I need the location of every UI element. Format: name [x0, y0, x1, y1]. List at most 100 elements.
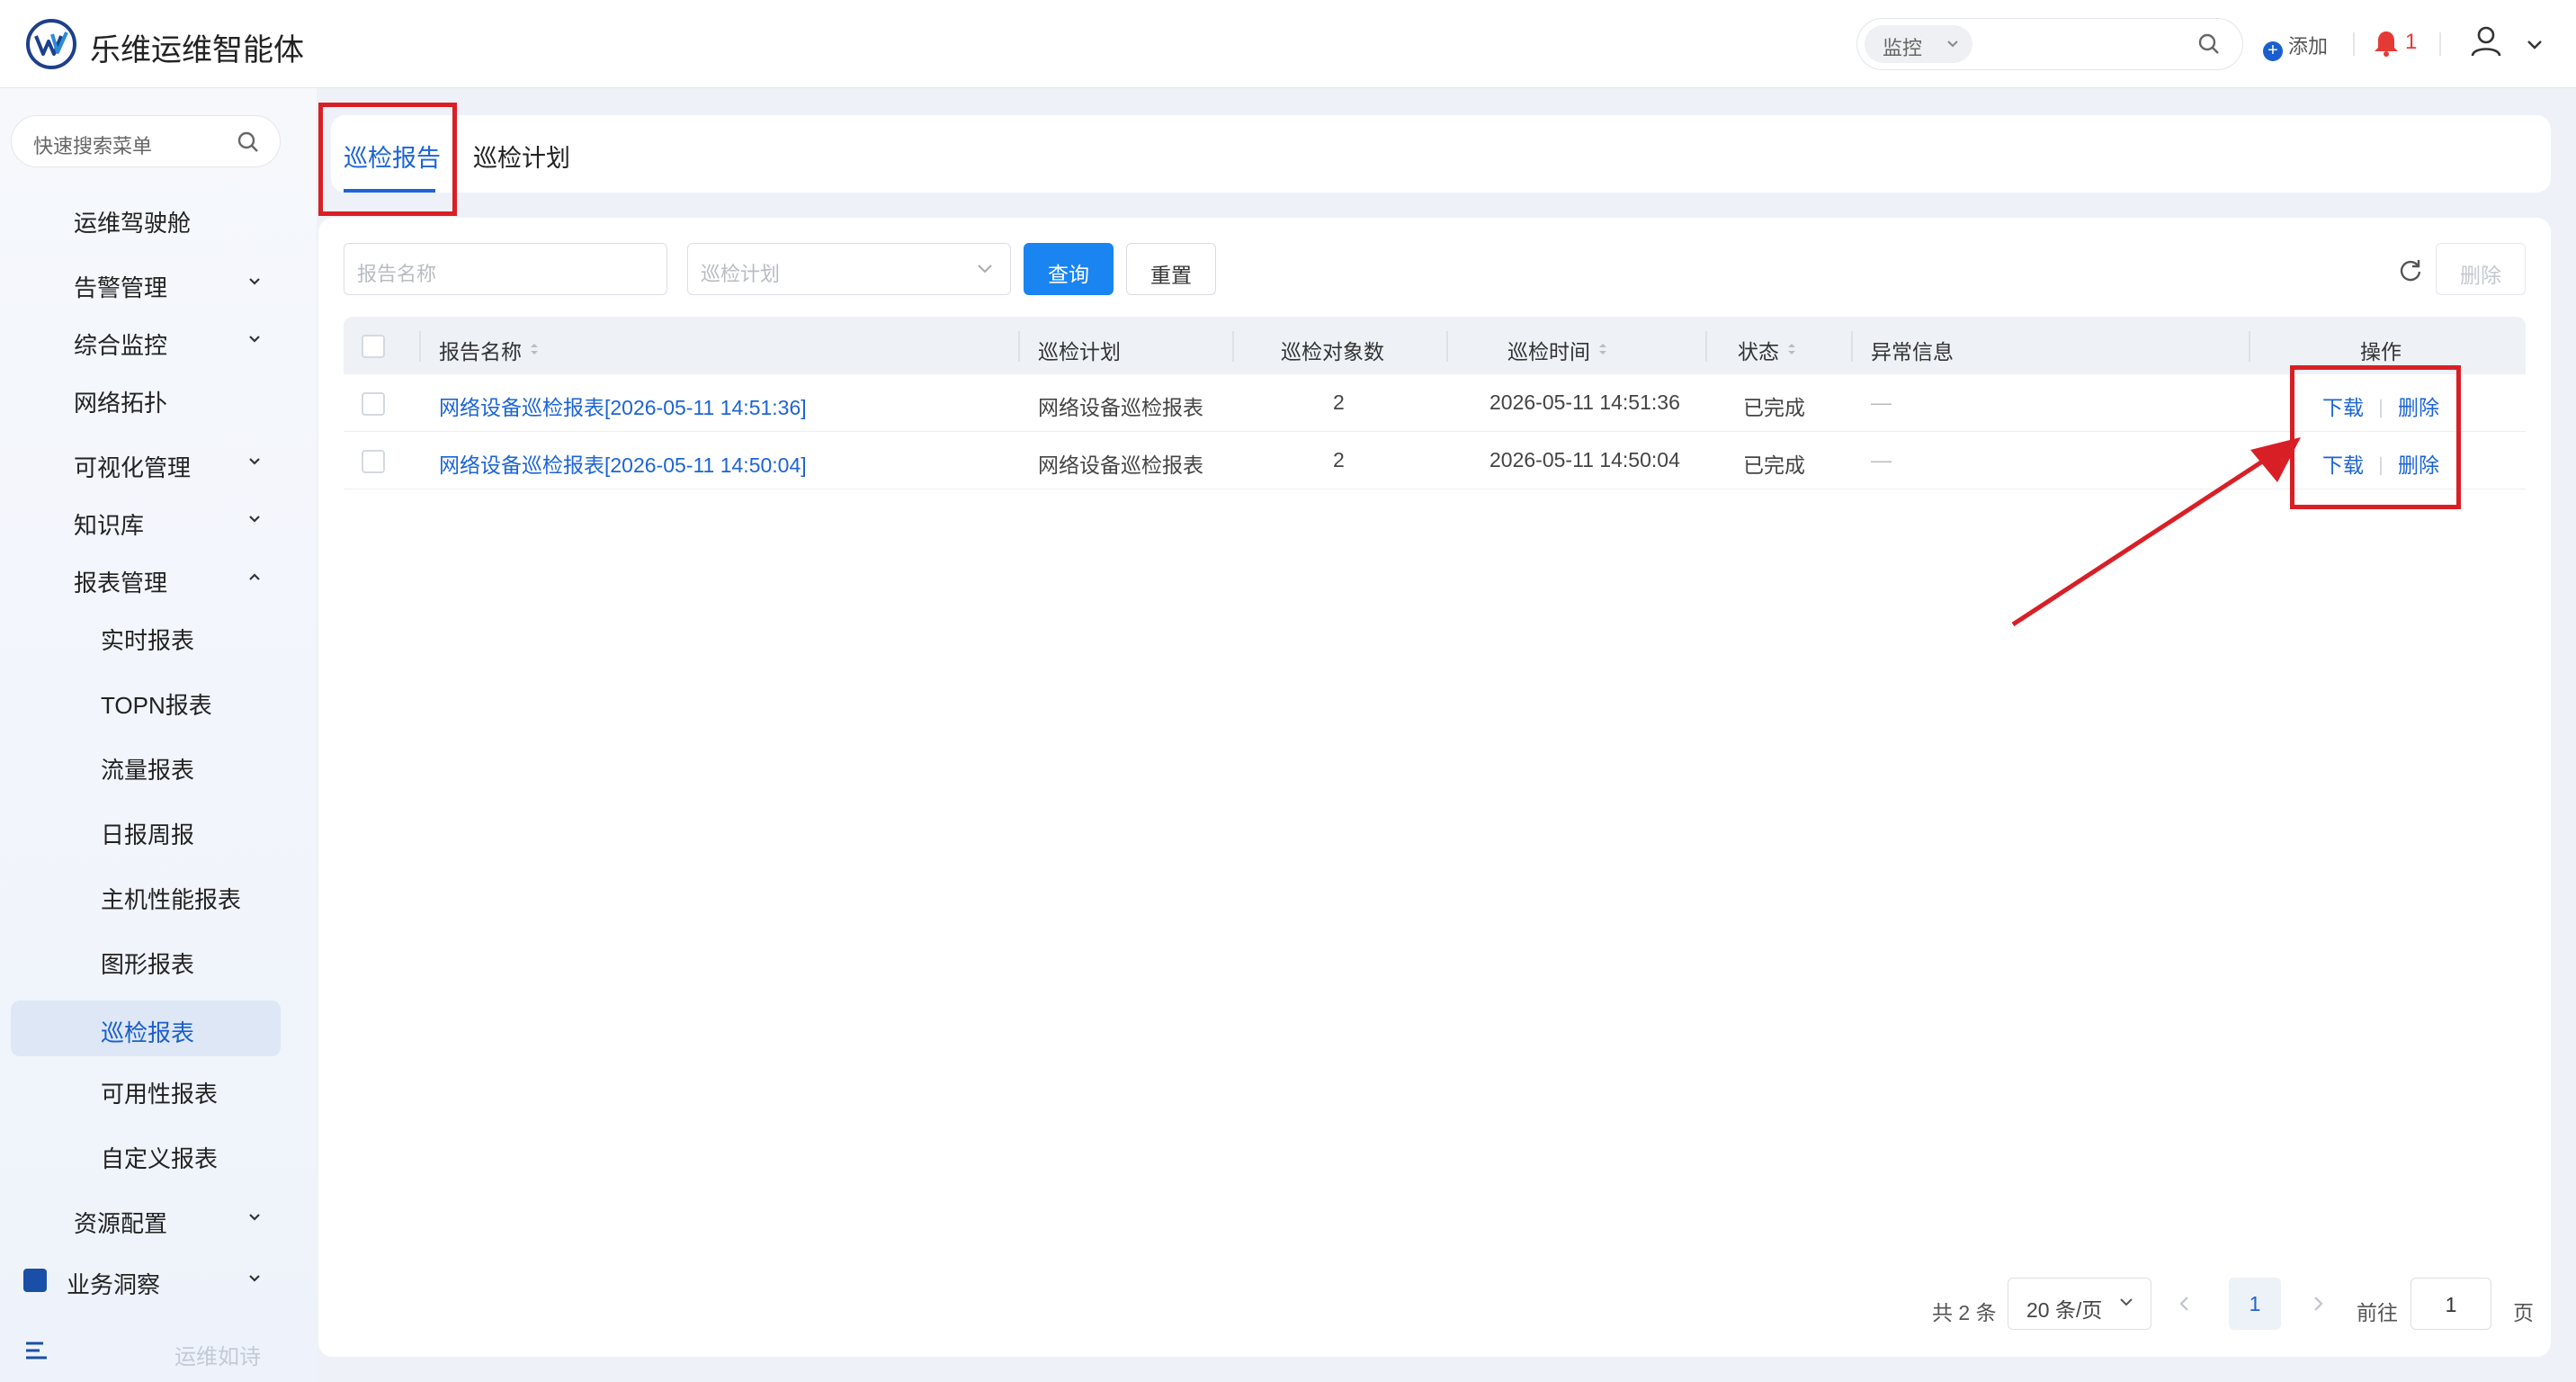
row-checkbox[interactable] — [362, 392, 385, 416]
sidebar-item-label: 主机性能报表 — [101, 886, 242, 913]
column-header-inspection-time[interactable]: 巡检时间 — [1507, 335, 1608, 365]
sidebar-item-realtime-report[interactable]: 实时报表 — [11, 608, 281, 664]
add-button[interactable]: + 添加 — [2263, 31, 2328, 61]
chevron-down-icon — [978, 265, 992, 274]
sidebar-item-label: 巡检报表 — [101, 1019, 195, 1046]
sidebar-footer-label: 运维如诗 — [174, 1345, 261, 1369]
sidebar-item-availability-report[interactable]: 可用性报表 — [11, 1062, 281, 1117]
column-label: 巡检时间 — [1507, 340, 1590, 363]
sidebar: 快速搜索菜单 运维驾驶舱 告警管理 综合监控 网络拓扑 可视化管理 知识库 报表… — [0, 88, 317, 1382]
sidebar-item-topn-report[interactable]: TOPN报表 — [11, 673, 281, 729]
column-divider — [1851, 331, 1853, 362]
query-button[interactable]: 查询 — [1024, 243, 1114, 295]
chevron-down-icon — [249, 278, 260, 285]
sort-icon[interactable] — [1597, 341, 1608, 357]
refresh-icon[interactable] — [2398, 257, 2423, 283]
chevron-left-icon[interactable] — [2177, 1294, 2193, 1314]
global-search[interactable]: 监控 — [1856, 18, 2243, 70]
chevron-down-icon — [249, 458, 260, 465]
sidebar-item-custom-report[interactable]: 自定义报表 — [11, 1126, 281, 1182]
report-name-link[interactable]: 网络设备巡检报表[2026-05-11 14:51:36] — [439, 390, 807, 421]
inspection-plan-cell: 网络设备巡检报表 — [1038, 453, 1203, 477]
search-icon[interactable] — [237, 130, 260, 154]
sidebar-item-label: 图形报表 — [101, 951, 195, 978]
report-name-link[interactable]: 网络设备巡检报表[2026-05-11 14:50:04] — [439, 448, 807, 479]
chevron-down-icon — [1947, 40, 1958, 48]
inspection-time-cell: 2026-05-11 14:50:04 — [1489, 448, 1680, 471]
column-header-status[interactable]: 状态 — [1738, 335, 1797, 365]
pagination-total: 共 2 条 — [1932, 1301, 1997, 1324]
sidebar-item-report-management[interactable]: 报表管理 — [11, 551, 281, 606]
sidebar-item-network-topology[interactable]: 网络拓扑 — [11, 371, 281, 426]
sidebar-item-label: 日报周报 — [101, 821, 195, 848]
top-header: 乐维运维智能体 监控 + 添加 1 — [0, 0, 2576, 88]
goto-label: 前往 — [2357, 1301, 2398, 1324]
sidebar-item-label: 资源配置 — [74, 1210, 168, 1237]
sidebar-item-visualization[interactable]: 可视化管理 — [11, 435, 281, 491]
batch-delete-button[interactable]: 删除 — [2436, 243, 2526, 295]
sidebar-item-inspection-report[interactable]: 巡检报表 — [11, 1001, 281, 1056]
column-header-actions: 操作 — [2360, 340, 2402, 363]
user-icon[interactable] — [2468, 23, 2504, 59]
sidebar-item-ops-cockpit[interactable]: 运维驾驶舱 — [11, 191, 281, 247]
sidebar-item-traffic-report[interactable]: 流量报表 — [11, 738, 281, 794]
page-suffix-label: 页 — [2513, 1301, 2534, 1324]
divider — [2353, 32, 2355, 56]
select-all-checkbox[interactable] — [362, 335, 385, 358]
search-icon[interactable] — [2197, 32, 2221, 56]
status-cell: 已完成 — [1743, 453, 1805, 477]
sidebar-item-graph-report[interactable]: 图形报表 — [11, 932, 281, 988]
column-header-error-info: 异常信息 — [1871, 340, 1954, 363]
chevron-down-icon — [2120, 1298, 2133, 1306]
monitor-select[interactable]: 监控 — [1865, 25, 1972, 63]
report-name-placeholder: 报告名称 — [357, 263, 437, 285]
tab-bar: 巡检报告 巡检计划 — [331, 115, 2551, 193]
inspection-plan-cell: 网络设备巡检报表 — [1038, 396, 1203, 419]
report-name-input[interactable]: 报告名称 — [344, 243, 667, 295]
annotation-arrow-icon — [2011, 437, 2301, 627]
app-title: 乐维运维智能体 — [90, 33, 304, 67]
sidebar-item-daily-weekly-report[interactable]: 日报周报 — [11, 803, 281, 858]
column-header-object-count: 巡检对象数 — [1281, 340, 1384, 363]
sidebar-item-business-insight[interactable]: 业务洞察 — [11, 1252, 281, 1308]
plus-circle-icon: + — [2263, 41, 2283, 61]
column-divider — [1018, 331, 1020, 362]
error-info-cell: — — [1871, 390, 1892, 414]
chevron-right-icon[interactable] — [2310, 1294, 2326, 1314]
page-size-select[interactable]: 20 条/页 — [2008, 1278, 2151, 1330]
sidebar-item-label: 流量报表 — [101, 757, 195, 784]
column-divider — [2249, 331, 2250, 362]
goto-page-input[interactable]: 1 — [2411, 1278, 2491, 1330]
row-checkbox[interactable] — [362, 450, 385, 473]
sort-icon[interactable] — [529, 341, 540, 357]
column-divider — [1232, 331, 1234, 362]
inspection-plan-placeholder: 巡检计划 — [701, 263, 781, 285]
sidebar-item-label: 综合监控 — [74, 332, 168, 359]
bell-icon[interactable] — [2373, 29, 2400, 58]
sidebar-item-comprehensive-monitoring[interactable]: 综合监控 — [11, 313, 281, 369]
column-header-report-name[interactable]: 报告名称 — [439, 335, 540, 365]
reset-button[interactable]: 重置 — [1126, 243, 1216, 295]
object-count-cell: 2 — [1333, 448, 1345, 471]
sidebar-item-label: 网络拓扑 — [74, 390, 168, 417]
sidebar-item-label: 报表管理 — [74, 570, 168, 597]
page-button-current[interactable]: 1 — [2229, 1278, 2281, 1330]
sidebar-item-label: 运维驾驶舱 — [74, 210, 192, 237]
column-divider — [1705, 331, 1707, 362]
sidebar-item-knowledge-base[interactable]: 知识库 — [11, 493, 281, 549]
inspection-plan-select[interactable]: 巡检计划 — [687, 243, 1011, 295]
sidebar-item-host-performance-report[interactable]: 主机性能报表 — [11, 867, 281, 923]
tab-inspection-plan[interactable]: 巡检计划 — [473, 139, 570, 174]
menu-search-input[interactable]: 快速搜索菜单 — [11, 115, 281, 167]
business-insight-icon — [23, 1269, 47, 1292]
actions-highlight-box — [2290, 365, 2461, 509]
sidebar-item-resource-config[interactable]: 资源配置 — [11, 1191, 281, 1247]
sidebar-item-label: 知识库 — [74, 512, 145, 539]
sort-icon[interactable] — [1786, 341, 1797, 357]
collapse-menu-icon[interactable] — [23, 1339, 50, 1364]
sidebar-item-alert-management[interactable]: 告警管理 — [11, 256, 281, 311]
chevron-up-icon — [249, 573, 260, 580]
report-list-panel: 报告名称 巡检计划 查询 重置 删除 报告名称 巡检计划 巡检对象数 巡检时间 … — [318, 218, 2551, 1357]
page-size-label: 20 条/页 — [2026, 1298, 2103, 1322]
chevron-down-icon[interactable] — [2526, 38, 2544, 52]
